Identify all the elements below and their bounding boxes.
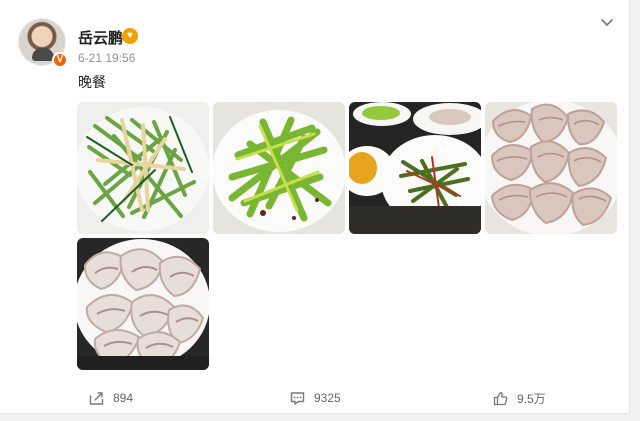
comment-icon bbox=[290, 391, 305, 405]
vip-heart-icon: ♥ bbox=[122, 28, 138, 44]
post-image-dumplings-plate[interactable] bbox=[77, 238, 209, 370]
post-image-dinner-table[interactable] bbox=[349, 102, 481, 234]
post-text: 晚餐 bbox=[78, 74, 106, 90]
comment-count: 9325 bbox=[314, 391, 341, 405]
post-image-cucumber[interactable] bbox=[77, 102, 209, 234]
comment-action[interactable]: 9325 bbox=[289, 388, 341, 408]
author-name[interactable]: 岳云鹏 bbox=[78, 27, 123, 48]
like-count: 9.5万 bbox=[517, 391, 546, 406]
post-time[interactable]: 6-21 19:56 bbox=[78, 51, 135, 65]
thumbs-up-icon bbox=[493, 391, 508, 405]
like-action[interactable]: 9.5万 bbox=[492, 388, 546, 408]
chevron-down-icon[interactable] bbox=[599, 14, 615, 30]
post-card: V 岳云鹏 ♥ 6-21 19:56 晚餐 894 9325 9.5万 bbox=[0, 0, 630, 414]
share-count: 894 bbox=[113, 391, 134, 405]
post-image-dumplings[interactable] bbox=[485, 102, 617, 234]
share-icon bbox=[89, 391, 104, 405]
post-image-greens[interactable] bbox=[213, 102, 345, 234]
verified-badge-icon: V bbox=[52, 52, 68, 68]
share-action[interactable]: 894 bbox=[88, 388, 133, 408]
